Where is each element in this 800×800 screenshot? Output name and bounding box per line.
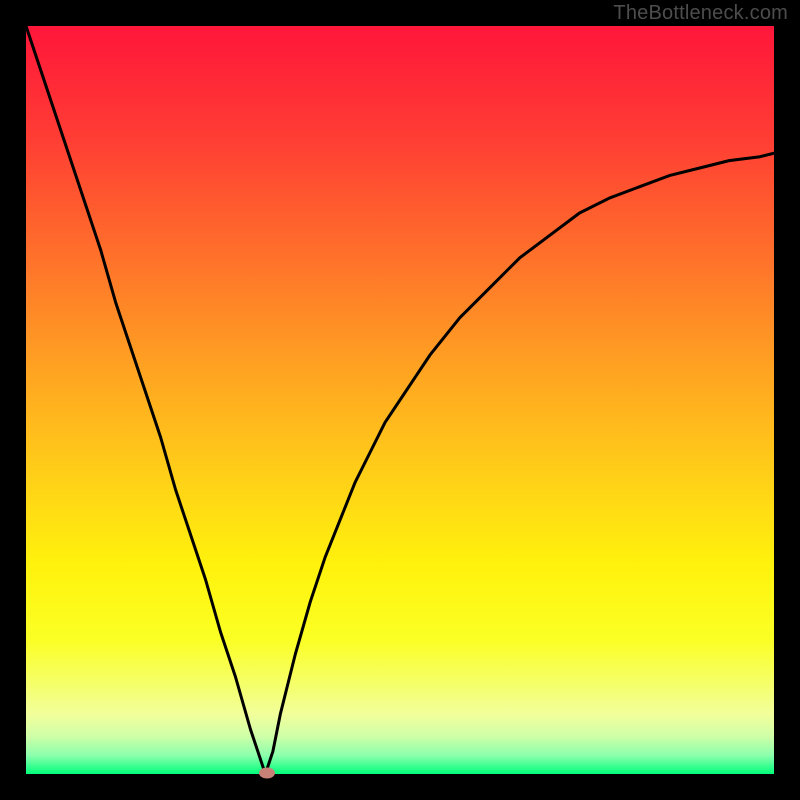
chart-frame: TheBottleneck.com xyxy=(0,0,800,800)
attribution-text: TheBottleneck.com xyxy=(613,2,788,25)
optimal-point-marker xyxy=(259,767,275,778)
bottleneck-plot xyxy=(26,26,774,774)
